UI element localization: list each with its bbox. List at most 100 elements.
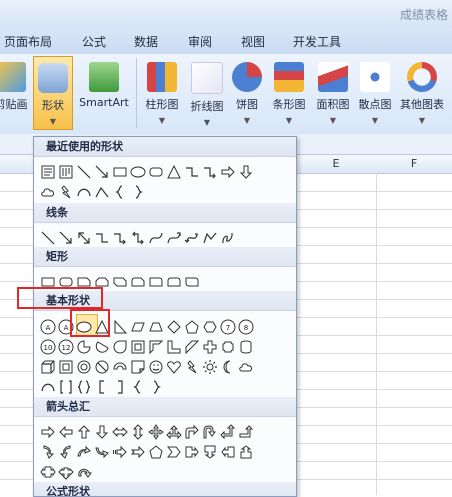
shape-lightning-icon[interactable] [184,359,200,375]
shape-tear-icon[interactable] [112,339,128,355]
shape-triangle-icon[interactable] [166,164,182,180]
shape-notched-icon[interactable] [130,444,146,460]
shape-elbow-arrow-icon[interactable] [112,230,128,246]
shape-bracket-right-icon[interactable] [112,379,128,395]
shape-elbow-icon[interactable] [184,164,200,180]
shape-l-shape-icon[interactable] [166,339,182,355]
shape-arrow-icon[interactable] [58,230,74,246]
shape-line-icon[interactable] [76,164,92,180]
shape-text-box-icon[interactable]: A [40,319,56,335]
shape-diamond-icon[interactable] [166,319,182,335]
shape-plaque-icon[interactable] [220,339,236,355]
shape-bent-icon[interactable] [184,424,200,440]
shape-hexagon-icon[interactable] [202,319,218,335]
shape-brace-left-icon[interactable] [130,379,146,395]
tab-formulas[interactable]: 公式 [82,33,106,50]
shape-snip-round-icon[interactable] [130,274,146,290]
shape-curve-double-icon[interactable] [184,230,200,246]
shapes-button[interactable]: 形状 ▼ [33,56,73,130]
shape-diag-stripe-icon[interactable] [184,339,200,355]
smartart-button[interactable]: SmartArt [78,56,130,130]
shape-u-turn-icon[interactable] [202,424,218,440]
shape-heart-icon[interactable] [166,359,182,375]
shape-double-arrow-icon[interactable] [76,230,92,246]
shape-scribble-icon[interactable] [220,230,236,246]
shape-line-icon[interactable] [40,230,56,246]
shape-left-right-icon[interactable] [112,424,128,440]
tab-review[interactable]: 审阅 [188,33,212,50]
line-chart-button[interactable]: 折线图 ▼ [185,56,229,130]
shape-up-callout-icon[interactable] [238,444,254,460]
tab-page-layout[interactable]: 页面布局 [4,33,52,50]
shape-curved-right-icon[interactable] [40,444,56,460]
shape-arc-open-icon[interactable] [94,184,110,200]
shape-chord-icon[interactable] [94,339,110,355]
shape-rounded-icon[interactable] [148,164,164,180]
shape-block-arc-icon[interactable] [112,359,128,375]
shape-decagon-icon[interactable]: 10 [40,339,56,355]
shape-right-callout-icon[interactable] [184,444,200,460]
shape-braces-icon[interactable] [76,379,92,395]
shape-pentagon-icon[interactable] [184,319,200,335]
shape-rect-icon[interactable] [112,164,128,180]
shape-fold-icon[interactable] [130,359,146,375]
tab-developer[interactable]: 开发工具 [293,33,341,50]
shape-elbow-icon[interactable] [94,230,110,246]
column-header-f[interactable]: F [376,155,452,174]
shape-text-box-icon[interactable] [40,164,56,180]
scatter-chart-button[interactable]: 散点图 ▼ [354,56,396,130]
shape-sun-icon[interactable] [202,359,218,375]
shape-down-icon[interactable] [94,424,110,440]
shape-vertical-text-icon[interactable] [58,164,74,180]
shape-brace-left-icon[interactable] [112,184,128,200]
shape-cross-icon[interactable] [202,339,218,355]
shape-curve-arrow-icon[interactable] [166,230,182,246]
shape-striped-icon[interactable] [112,444,128,460]
pie-chart-button[interactable]: 饼图 ▼ [230,56,264,130]
shape-cloud-icon[interactable] [238,359,254,375]
shape-bevel-icon[interactable] [58,359,74,375]
shape-smile-icon[interactable] [148,359,164,375]
shape-dodecagon-icon[interactable]: 12 [58,339,74,355]
shape-arc-icon[interactable] [76,184,92,200]
shape-pentagon-icon[interactable] [148,444,164,460]
shape-block-down-icon[interactable] [238,164,254,180]
shape-frame-icon[interactable] [130,339,146,355]
shape-pie-icon[interactable] [76,339,92,355]
shape-heptagon-icon[interactable]: 7 [220,319,236,335]
shape-brackets-icon[interactable] [58,379,74,395]
shape-left-icon[interactable] [58,424,74,440]
tab-data[interactable]: 数据 [134,33,158,50]
area-chart-button[interactable]: 面积图 ▼ [312,56,354,130]
shape-left-callout-icon[interactable] [220,444,236,460]
shape-arrow-icon[interactable] [94,164,110,180]
shape-round2-icon[interactable] [166,274,182,290]
shape-oval-icon[interactable] [130,164,146,180]
clipart-button[interactable]: 剪贴画 [0,56,30,130]
shape-snip-diag-icon[interactable] [112,274,128,290]
shape-can-icon[interactable] [238,339,254,355]
shape-curve-icon[interactable] [148,230,164,246]
shape-round1-icon[interactable] [148,274,164,290]
shape-curved-up-icon[interactable] [76,444,92,460]
shape-cloud-icon[interactable] [40,184,56,200]
shape-chevron-icon[interactable] [166,444,182,460]
shape-right-icon[interactable] [40,424,56,440]
shape-elbow-double-icon[interactable] [130,230,146,246]
shape-brace-right-icon[interactable] [130,184,146,200]
shape-down-callout-icon[interactable] [202,444,218,460]
shape-lr-callout-icon[interactable] [40,464,56,480]
bar-chart-button[interactable]: 条形图 ▼ [267,56,311,130]
tab-view[interactable]: 视图 [241,33,265,50]
shape-octagon-icon[interactable]: 8 [238,319,254,335]
shape-quad-callout-icon[interactable] [58,464,74,480]
shape-no-icon[interactable] [94,359,110,375]
other-charts-button[interactable]: 其他图表 ▼ [396,56,448,130]
shape-quad-icon[interactable] [148,423,164,440]
shape-round-diag-icon[interactable] [184,274,200,290]
shape-curved-down-icon[interactable] [94,444,110,460]
shape-bracket-left-icon[interactable] [94,379,110,395]
shape-right-triangle-icon[interactable] [112,319,128,335]
shape-arc-icon[interactable] [40,379,56,395]
shape-elbow-arrow-icon[interactable] [202,164,218,180]
